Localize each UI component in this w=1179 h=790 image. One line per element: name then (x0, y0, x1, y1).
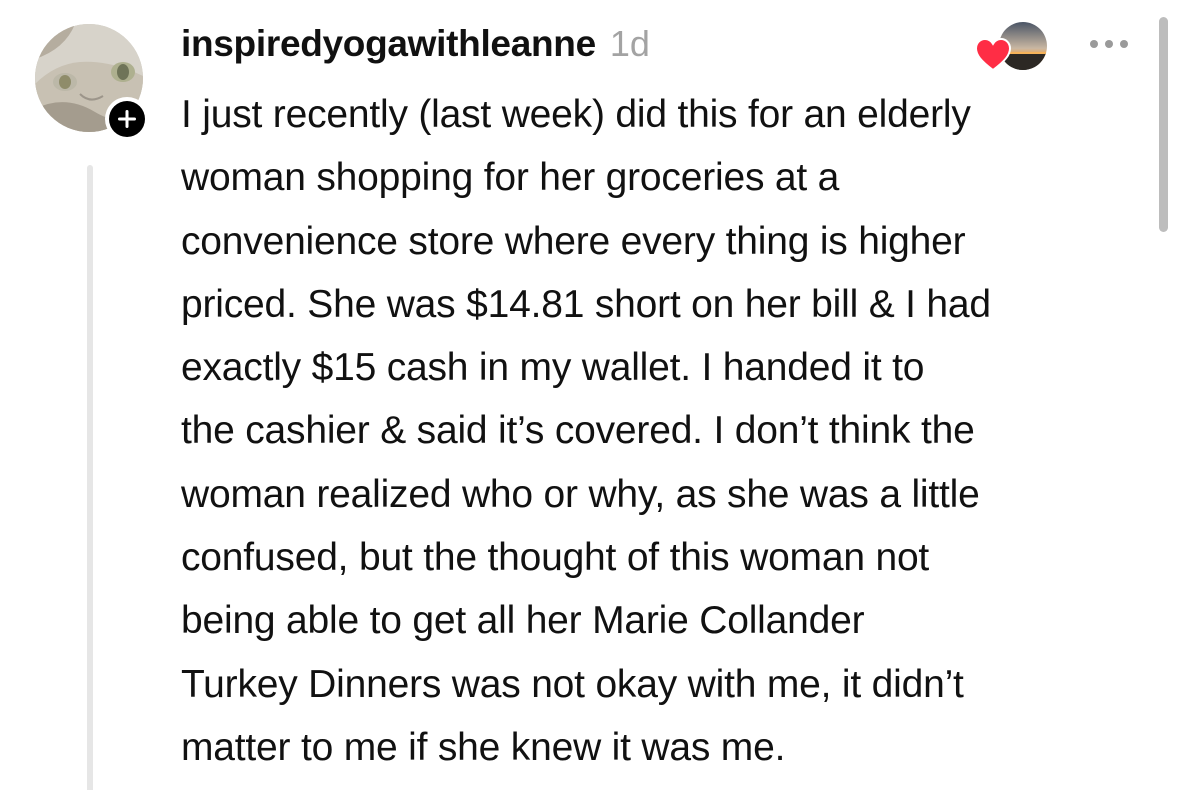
username[interactable]: inspiredyogawithleanne (181, 23, 596, 65)
comment-header: inspiredyogawithleanne 1d (181, 23, 650, 69)
comment-line: convenience store where every thing is h… (181, 219, 966, 263)
comment-text: I just recently (last week) did this for… (181, 83, 1156, 779)
comment-line: being able to get all her Marie Collande… (181, 599, 865, 643)
ellipsis-icon (1090, 40, 1128, 48)
liked-by-indicator[interactable] (975, 20, 1050, 72)
comment-screen: inspiredyogawithleanne 1d I just recentl… (0, 0, 1179, 790)
comment-line: woman shopping for her groceries at a (181, 156, 840, 200)
scrollbar-thumb[interactable] (1159, 17, 1168, 232)
more-options-button[interactable] (1085, 30, 1133, 58)
comment-line: matter to me if she knew it was me. (181, 725, 786, 769)
follow-button[interactable] (105, 97, 149, 141)
comment-line: the cashier & said it’s covered. I don’t… (181, 409, 975, 453)
comment-line: Turkey Dinners was not okay with me, it … (181, 662, 964, 706)
thread-line (87, 165, 93, 790)
comment-line: confused, but the thought of this woman … (181, 536, 930, 580)
plus-icon (118, 110, 136, 128)
comment-line: priced. She was $14.81 short on her bill… (181, 282, 991, 326)
heart-icon (975, 38, 1011, 72)
comment-line: I just recently (last week) did this for… (181, 93, 971, 136)
follow-button-circle (109, 101, 145, 137)
timestamp: 1d (609, 23, 650, 64)
comment-line: exactly $15 cash in my wallet. I handed … (181, 346, 925, 390)
comment-line: woman realized who or why, as she was a … (181, 472, 980, 516)
